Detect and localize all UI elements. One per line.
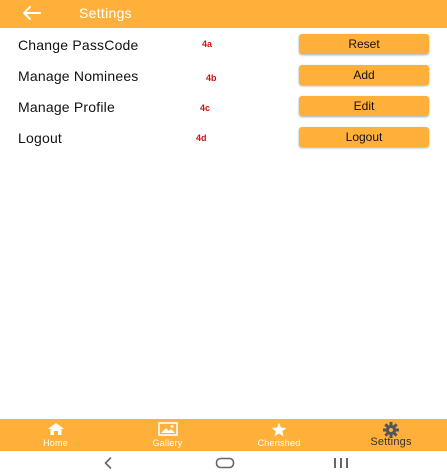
page-title: Settings [79, 5, 132, 21]
nav-home-label: Home [43, 438, 68, 448]
row-note-4a: 4a [202, 39, 213, 49]
manage-nominees-label: Manage Nominees [18, 68, 139, 84]
nav-cherished[interactable]: Cherished [240, 419, 318, 451]
home-icon [47, 422, 65, 436]
system-home-button[interactable] [215, 457, 235, 469]
nav-gallery-label: Gallery [152, 438, 183, 448]
bottom-nav: Home Gallery Cherished Settings [0, 419, 447, 451]
nav-settings-label: Settings [370, 436, 412, 448]
row-note-4b: 4b [206, 73, 217, 83]
back-chevron-icon [103, 457, 113, 469]
row-note-4d: 4d [196, 133, 207, 143]
reset-button[interactable]: Reset [299, 34, 429, 54]
edit-profile-button[interactable]: Edit [299, 96, 429, 116]
back-button[interactable] [18, 3, 44, 23]
nav-cherished-label: Cherished [257, 438, 301, 448]
recents-icon [333, 457, 349, 469]
system-back-button[interactable] [103, 457, 113, 469]
add-nominee-button[interactable]: Add [299, 65, 429, 85]
logout-button[interactable]: Logout [299, 127, 429, 147]
star-icon [271, 422, 287, 437]
row-note-4c: 4c [200, 103, 211, 113]
home-circle-icon [215, 457, 235, 469]
logout-label: Logout [18, 130, 63, 146]
nav-gallery[interactable]: Gallery [130, 419, 205, 451]
arrow-left-icon [18, 3, 44, 23]
manage-profile-label: Manage Profile [18, 99, 115, 115]
system-recents-button[interactable] [333, 457, 349, 469]
app-bar: Settings [0, 0, 447, 28]
change-passcode-label: Change PassCode [18, 37, 139, 53]
nav-settings[interactable]: Settings [355, 419, 427, 451]
gallery-icon [157, 422, 178, 436]
system-nav-bar [0, 451, 447, 475]
nav-home[interactable]: Home [18, 419, 93, 451]
